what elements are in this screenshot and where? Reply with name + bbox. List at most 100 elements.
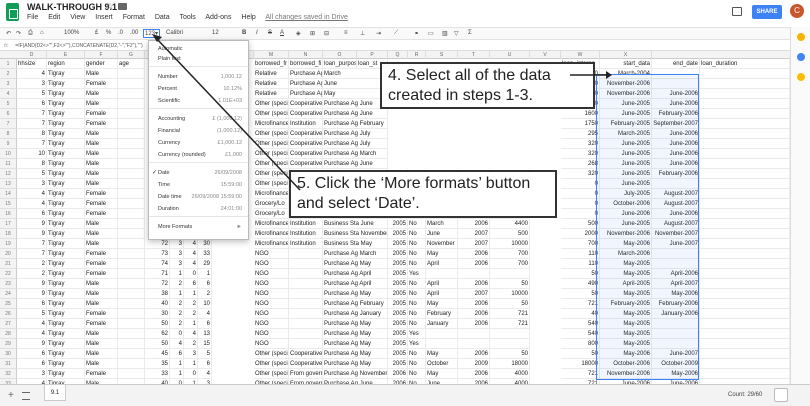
paint-format-icon[interactable]: ⌂ [40, 30, 44, 36]
lender-type-cell[interactable]: Purchase Ag [289, 79, 323, 89]
gender-cell[interactable]: Female [85, 79, 118, 89]
lender-cell[interactable]: Other (speci [254, 149, 289, 159]
year-cell[interactable]: 2005 [388, 259, 408, 269]
year-cell[interactable]: 2006 [458, 299, 490, 309]
interest-cell[interactable]: 320 [561, 149, 600, 159]
hhsize-cell[interactable]: 2 [17, 269, 47, 279]
amount-cell[interactable]: 50 [490, 299, 530, 309]
print-icon[interactable]: ⎙ [28, 30, 33, 37]
hhsize-cell[interactable]: 4 [17, 189, 47, 199]
value-cell[interactable]: 6 [198, 359, 212, 369]
year-cell[interactable]: 2005 [388, 269, 408, 279]
interest-cell[interactable]: 0 [561, 189, 600, 199]
age-cell[interactable] [118, 299, 145, 309]
menu-addons[interactable]: Add-ons [205, 14, 231, 21]
purpose-cell[interactable]: Purchase Ag May [323, 319, 388, 329]
gender-cell[interactable]: Female [85, 249, 118, 259]
lender-cell[interactable]: NGO [254, 339, 289, 349]
duration-cell[interactable] [700, 229, 790, 239]
region-cell[interactable]: Tigray [47, 149, 85, 159]
gender-cell[interactable]: Male [85, 129, 118, 139]
lender-type-cell[interactable]: Cooperative [289, 159, 323, 169]
column-header[interactable]: F [85, 51, 118, 59]
row-number[interactable]: 32 [0, 369, 17, 379]
month-cell[interactable]: February [426, 309, 458, 319]
hhsize-cell[interactable]: 9 [17, 219, 47, 229]
value-cell[interactable]: 73 [145, 249, 170, 259]
fill-color-icon[interactable]: ◈ [296, 30, 301, 37]
year-cell[interactable]: 2007 [458, 289, 490, 299]
hhsize-cell[interactable]: 9 [17, 279, 47, 289]
format-option[interactable]: Number 1,000.12 [158, 73, 245, 82]
lender-type-cell[interactable]: Cooperative [289, 349, 323, 359]
lender-cell[interactable]: Microfinance [254, 119, 289, 129]
year-cell[interactable]: 2005 [388, 249, 408, 259]
row-number[interactable]: 29 [0, 339, 17, 349]
column-header[interactable]: D [17, 51, 47, 59]
flag-cell[interactable]: Yes [408, 329, 426, 339]
header-cell[interactable]: gender [85, 59, 118, 69]
row-number[interactable]: 31 [0, 359, 17, 369]
region-cell[interactable]: Tigray [47, 299, 85, 309]
year-cell[interactable]: 2005 [388, 279, 408, 289]
lender-type-cell[interactable] [289, 319, 323, 329]
region-cell[interactable]: Tigray [47, 139, 85, 149]
menu-data[interactable]: Data [155, 14, 170, 21]
lender-type-cell[interactable]: Cooperative [289, 149, 323, 159]
lender-cell[interactable]: Relative [254, 79, 289, 89]
hhsize-cell[interactable]: 7 [17, 139, 47, 149]
sheets-list-icon[interactable] [22, 392, 30, 400]
month-cell[interactable]: October [426, 359, 458, 369]
sheet-tab[interactable]: 9.1 [44, 385, 66, 401]
format-option[interactable]: Financial (1,000.12) [158, 127, 245, 136]
header-cell[interactable]: loan_duration [700, 59, 790, 69]
value-cell[interactable]: 1 [184, 289, 198, 299]
column-header[interactable]: U [490, 51, 530, 59]
column-header[interactable]: T [458, 51, 490, 59]
value-cell[interactable]: 62 [145, 329, 170, 339]
gender-cell[interactable]: Male [85, 289, 118, 299]
amount-cell[interactable]: 50 [490, 349, 530, 359]
month-cell[interactable] [426, 269, 458, 279]
region-cell[interactable]: Tigray [47, 69, 85, 79]
region-cell[interactable]: Tigray [47, 119, 85, 129]
share-button[interactable]: SHARE [752, 5, 782, 19]
age-cell[interactable] [118, 219, 145, 229]
gender-cell[interactable]: Female [85, 109, 118, 119]
value-cell[interactable]: 71 [145, 269, 170, 279]
menu-edit[interactable]: Edit [48, 14, 60, 21]
year-cell[interactable]: 2005 [388, 349, 408, 359]
selection-count[interactable]: Count: 29/60 [728, 392, 762, 398]
gender-cell[interactable]: Male [85, 179, 118, 189]
row-number[interactable]: 10 [0, 149, 17, 159]
vertical-align-icon[interactable]: ⊥ [360, 30, 365, 37]
flag-cell[interactable]: No [408, 309, 426, 319]
duration-cell[interactable] [700, 109, 790, 119]
format-option[interactable]: Currency (rounded) £1,000 [158, 151, 245, 160]
year-cell[interactable]: 2005 [388, 359, 408, 369]
amount-cell[interactable]: 500 [490, 229, 530, 239]
interest-cell[interactable]: 320 [561, 139, 600, 149]
flag-cell[interactable]: No [408, 359, 426, 369]
amount-cell[interactable]: 700 [490, 249, 530, 259]
header-cell[interactable]: start_data [600, 59, 652, 69]
interest-cell[interactable]: 18000 [561, 359, 600, 369]
column-header[interactable]: W [561, 51, 600, 59]
lender-cell[interactable]: Microfinance [254, 239, 289, 249]
value-cell[interactable]: 4 [198, 369, 212, 379]
region-cell[interactable]: Tigray [47, 279, 85, 289]
hhsize-cell[interactable]: 7 [17, 119, 47, 129]
purpose-cell[interactable]: Purchase Ag June [323, 109, 388, 119]
calendar-icon[interactable] [797, 73, 805, 81]
more-formats-button[interactable]: 123▾ [143, 29, 161, 38]
region-cell[interactable]: Tigray [47, 79, 85, 89]
month-cell[interactable]: April [426, 279, 458, 289]
lender-cell[interactable]: NGO [254, 269, 289, 279]
region-cell[interactable]: Tigray [47, 259, 85, 269]
year-cell[interactable]: 2005 [388, 229, 408, 239]
year-cell[interactable] [458, 329, 490, 339]
year-cell[interactable]: 2007 [458, 239, 490, 249]
purpose-cell[interactable]: Purchase Ag February [323, 299, 388, 309]
lender-cell[interactable]: NGO [254, 249, 289, 259]
lender-cell[interactable]: Relative [254, 69, 289, 79]
